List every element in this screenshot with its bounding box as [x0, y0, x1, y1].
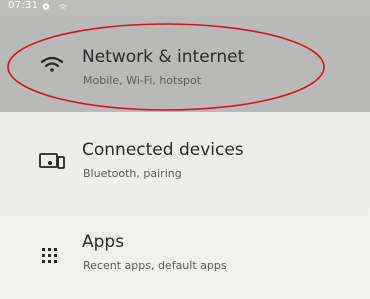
- settings-item-subtitle: Bluetooth, pairing: [83, 167, 182, 180]
- settings-screen: 07:31 Network & internet Mobile, Wi-Fi, …: [0, 0, 370, 299]
- wifi-status-icon: [58, 4, 68, 9]
- settings-item-apps[interactable]: Apps Recent apps, default apps: [0, 206, 370, 299]
- wifi-icon: [40, 56, 64, 72]
- settings-item-connected-devices[interactable]: Connected devices Bluetooth, pairing: [0, 112, 370, 206]
- settings-gear-icon: [42, 3, 50, 10]
- settings-item-title: Connected devices: [82, 140, 244, 160]
- settings-item-network[interactable]: Network & internet Mobile, Wi-Fi, hotspo…: [0, 16, 370, 112]
- settings-item-title: Apps: [82, 232, 125, 252]
- settings-item-title: Network & internet: [82, 47, 245, 67]
- connected-devices-icon: [39, 153, 65, 169]
- status-bar: 07:31: [0, 0, 370, 16]
- settings-item-subtitle: Mobile, Wi-Fi, hotspot: [83, 74, 202, 87]
- status-time: 07:31: [8, 0, 39, 11]
- apps-grid-icon: [42, 248, 57, 263]
- settings-item-subtitle: Recent apps, default apps: [83, 259, 227, 272]
